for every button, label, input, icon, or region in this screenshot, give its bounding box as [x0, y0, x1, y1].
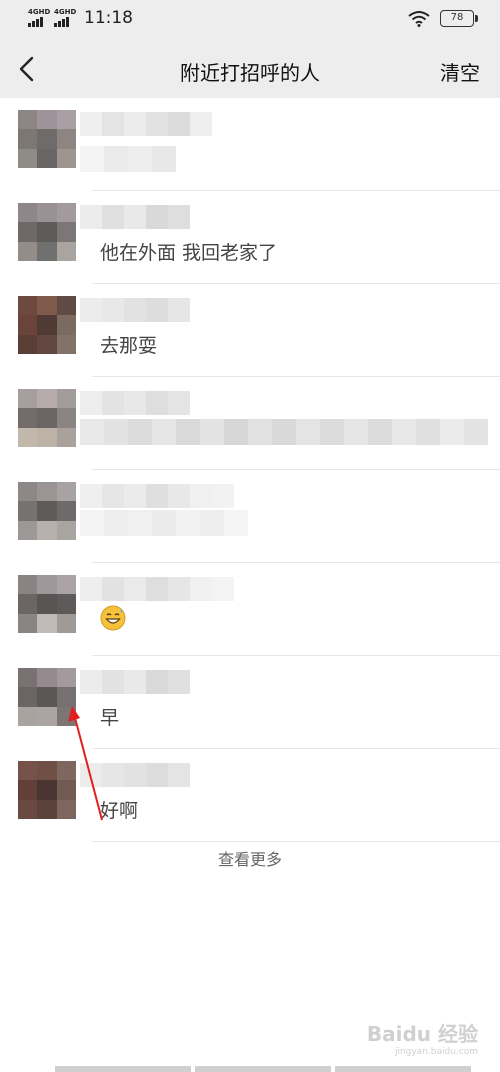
message-blurred: [80, 510, 248, 536]
signal-label-2: 4GHD: [54, 8, 77, 16]
status-left: 4GHD 4GHD 11:18: [28, 8, 133, 28]
avatar[interactable]: [18, 296, 76, 354]
clear-button[interactable]: 清空: [440, 57, 480, 86]
avatar[interactable]: [18, 482, 76, 540]
battery-icon: 78: [440, 10, 478, 27]
list-item[interactable]: [0, 98, 500, 191]
watermark-url: jingyan.baidu.com: [394, 1047, 478, 1057]
divider: [92, 841, 500, 842]
status-time: 11:18: [84, 8, 133, 28]
signal-icon: 4GHD: [28, 8, 51, 27]
avatar[interactable]: [18, 110, 76, 168]
message-blurred: [80, 146, 176, 172]
list-item[interactable]: 好啊: [0, 749, 500, 842]
view-more-link[interactable]: 查看更多: [0, 846, 500, 870]
message-preview: 早: [100, 707, 120, 729]
name-blurred: [80, 298, 190, 322]
avatar[interactable]: [18, 203, 76, 261]
avatar[interactable]: [18, 668, 76, 726]
name-blurred: [80, 577, 234, 601]
page-title: 附近打招呼的人: [180, 61, 320, 85]
grinning-sweat-emoji-icon: [100, 605, 126, 631]
avatar[interactable]: [18, 761, 76, 819]
watermark: Baidu 经验 jingyan.baidu.com: [367, 1018, 478, 1057]
name-blurred: [80, 391, 190, 415]
status-bar: 4GHD 4GHD 11:18 78: [0, 0, 500, 40]
avatar[interactable]: [18, 389, 76, 447]
signal-icon-2: 4GHD: [54, 8, 77, 27]
message-blurred: [80, 419, 488, 445]
list-item[interactable]: [0, 377, 500, 470]
list-item[interactable]: 去那耍: [0, 284, 500, 377]
list-item[interactable]: 他在外面 我回老家了: [0, 191, 500, 284]
name-blurred: [80, 763, 190, 787]
nav-bar: 附近打招呼的人 清空: [0, 40, 500, 98]
message-preview: 好啊: [100, 800, 139, 822]
wifi-icon: [408, 11, 430, 27]
bottom-strip: [55, 1066, 471, 1072]
watermark-brand: Baidu 经验: [366, 1022, 478, 1046]
status-right: 78: [408, 10, 478, 27]
message-preview: 他在外面 我回老家了: [100, 242, 278, 264]
name-blurred: [80, 112, 212, 136]
greeting-list: 他在外面 我回老家了 去那耍 早 好啊: [0, 98, 500, 842]
name-blurred: [80, 670, 190, 694]
message-preview: 去那耍: [100, 335, 158, 357]
name-blurred: [80, 484, 234, 508]
list-item[interactable]: 早: [0, 656, 500, 749]
list-item[interactable]: [0, 563, 500, 656]
list-item[interactable]: [0, 470, 500, 563]
name-blurred: [80, 205, 190, 229]
signal-label: 4GHD: [28, 8, 51, 16]
avatar[interactable]: [18, 575, 76, 633]
